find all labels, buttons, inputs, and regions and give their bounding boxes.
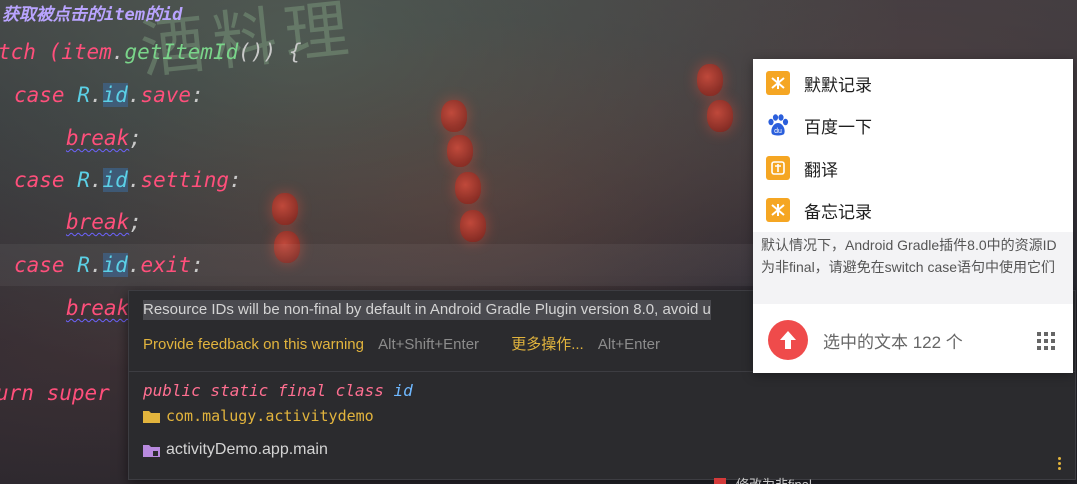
more-options-icon[interactable]	[1058, 457, 1061, 470]
code-token: break	[66, 210, 130, 234]
code-token: case	[14, 168, 78, 192]
code-token: ;	[129, 210, 142, 234]
menu-item-silent-note[interactable]: 默默记录	[753, 62, 1073, 104]
signature-modifiers: public static final class	[143, 381, 394, 400]
code-token: .	[127, 168, 141, 192]
code-token: case	[14, 83, 78, 107]
code-token: urn super	[0, 381, 110, 405]
feedback-row: Provide feedback on this warning Alt+Shi…	[143, 333, 660, 354]
code-token: id	[102, 253, 128, 277]
code-token: break	[66, 126, 130, 150]
selection-context-menu: 默默记录 du 百度一下 翻译 备忘记录 默认情况下，Android Gradl…	[753, 59, 1073, 373]
code-token: ;	[129, 126, 142, 150]
selected-count-text: 选中的文本 122 个	[823, 332, 963, 352]
lantern-decoration	[697, 64, 723, 96]
menu-item-translate[interactable]: 翻译	[753, 147, 1073, 189]
code-line-case-setting[interactable]: case R.id.setting:	[14, 168, 242, 192]
code-token: getItemId	[124, 40, 239, 64]
code-token: R	[77, 83, 90, 107]
apps-grid-icon[interactable]	[1037, 332, 1055, 350]
lantern-decoration	[707, 100, 733, 132]
more-actions-link[interactable]: 更多操作...	[511, 336, 584, 353]
baidu-paw-icon: du	[766, 113, 790, 137]
code-token: .	[127, 253, 141, 277]
code-token: :	[191, 83, 204, 107]
code-token: :	[191, 253, 204, 277]
lantern-decoration	[441, 100, 467, 132]
code-token: R	[77, 253, 90, 277]
selected-text-preview: 默认情况下，Android Gradle插件8.0中的资源ID为非final，请…	[753, 232, 1073, 304]
lantern-decoration	[460, 210, 486, 242]
code-line-case-save[interactable]: case R.id.save:	[14, 83, 204, 107]
code-token: id	[102, 168, 128, 192]
warning-message: Resource IDs will be non-final by defaul…	[143, 300, 711, 320]
code-token: .	[89, 83, 103, 107]
code-token: .	[111, 40, 125, 64]
code-token: item	[61, 40, 112, 64]
package-name: com.malugy.activitydemo	[166, 407, 374, 425]
code-line-break[interactable]: break	[66, 296, 129, 320]
code-token: save	[140, 83, 192, 107]
code-token: ()) {	[238, 40, 302, 64]
package-row[interactable]: com.malugy.activitydemo	[143, 407, 374, 425]
code-token: .	[127, 83, 141, 107]
code-token: setting	[140, 168, 229, 192]
code-comment: 获取被点击的item的id	[2, 5, 183, 25]
code-token: tch (	[0, 40, 62, 64]
code-token: case	[14, 253, 78, 277]
code-token: .	[89, 253, 103, 277]
translate-icon	[766, 156, 790, 180]
selection-summary-row: 选中的文本 122 个	[753, 307, 1073, 373]
code-line-break[interactable]: break;	[66, 210, 142, 234]
background-hint-text: 修改为非final	[736, 474, 812, 484]
code-token: :	[229, 168, 242, 192]
feedback-shortcut: Alt+Shift+Enter	[378, 336, 480, 353]
menu-item-memo[interactable]: 备忘记录	[753, 189, 1073, 231]
code-line-case-exit[interactable]: case R.id.exit:	[14, 253, 204, 277]
code-token: .	[89, 168, 103, 192]
error-marker	[714, 478, 726, 484]
folder-icon	[143, 411, 160, 423]
svg-text:du: du	[774, 128, 782, 135]
code-token: R	[77, 168, 90, 192]
upload-button[interactable]	[768, 320, 808, 360]
menu-item-label: 翻译	[804, 160, 838, 180]
code-token: exit	[140, 253, 192, 277]
lantern-decoration	[272, 193, 298, 225]
signature-class-name[interactable]: id	[393, 381, 412, 400]
arrow-up-icon	[780, 331, 796, 349]
provide-feedback-link[interactable]: Provide feedback on this warning	[143, 336, 364, 353]
class-signature: public static final class id	[143, 381, 413, 400]
menu-item-label: 备忘记录	[804, 202, 872, 222]
menu-item-label: 百度一下	[804, 117, 872, 137]
menu-item-baidu-search[interactable]: du 百度一下	[753, 104, 1073, 146]
lantern-decoration	[455, 172, 481, 204]
code-token: break	[66, 296, 130, 320]
memo-icon	[766, 198, 790, 222]
module-row[interactable]: activityDemo.app.main	[143, 441, 328, 459]
more-actions-shortcut: Alt+Enter	[597, 336, 661, 353]
module-name: activityDemo.app.main	[166, 441, 328, 458]
code-token: id	[102, 83, 128, 107]
code-line-break[interactable]: break;	[66, 126, 142, 150]
code-line-return[interactable]: urn super	[0, 381, 110, 405]
menu-item-label: 默默记录	[804, 75, 872, 95]
code-line-switch[interactable]: tch (item.getItemId()) {	[0, 40, 301, 64]
note-icon	[766, 71, 790, 95]
lantern-decoration	[447, 135, 473, 167]
module-folder-icon	[143, 445, 160, 457]
